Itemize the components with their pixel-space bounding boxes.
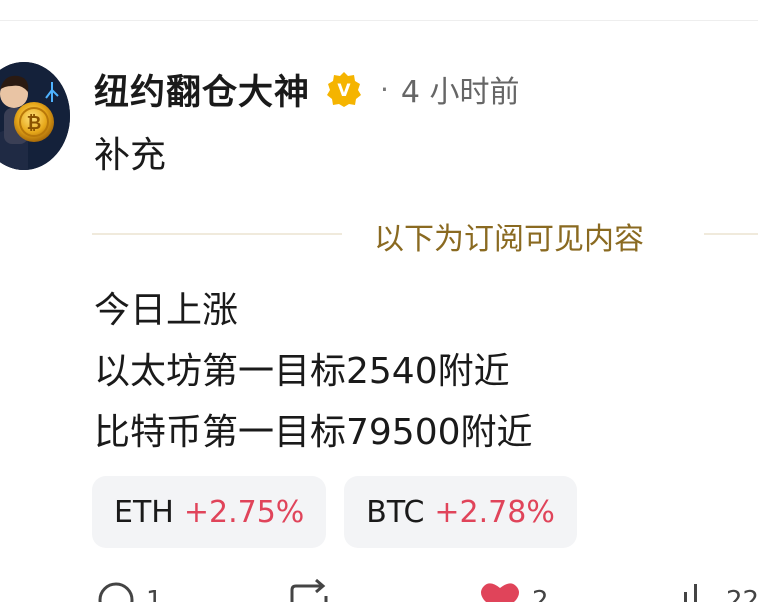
verified-badge-letter: V xyxy=(337,81,351,101)
subscriber-divider-right xyxy=(704,233,758,235)
body-line: 以太坊第一目标2540附近 xyxy=(94,351,510,392)
post-time: 4 小时前 xyxy=(400,75,520,110)
avatar-illustration: ₿ xyxy=(0,62,70,170)
ticker-change: +2.75% xyxy=(183,494,305,530)
subscriber-divider-left xyxy=(92,233,342,235)
heart-icon xyxy=(481,583,519,602)
comment-icon xyxy=(98,582,134,602)
verified-badge-icon: V xyxy=(326,71,362,107)
post-title: 补充 xyxy=(94,135,167,176)
comment-button[interactable]: 1 xyxy=(96,578,163,602)
ticker-change: +2.78% xyxy=(434,494,555,530)
views-count: 22 xyxy=(726,586,758,602)
action-bar: 1 2 22 xyxy=(0,578,758,602)
like-count: 2 xyxy=(532,586,549,602)
views-indicator[interactable]: 22 xyxy=(680,578,758,602)
top-divider xyxy=(0,20,758,21)
like-button[interactable]: 2 xyxy=(478,578,549,602)
repost-button[interactable] xyxy=(288,578,330,602)
post-body: 今日上涨 以太坊第一目标2540附近 比特币第一目标79500附近 xyxy=(94,280,533,463)
repost-icon xyxy=(290,578,328,602)
ticker-chip-eth[interactable]: ETH +2.75% xyxy=(92,476,327,548)
bar-chart-icon xyxy=(684,584,697,602)
body-line: 今日上涨 xyxy=(94,290,239,331)
post-view: ₿ 纽约翻仓大神 V · 4 小时前 补充 以下为订阅可见内容 今日上涨 以太坊… xyxy=(0,0,758,602)
comment-count: 1 xyxy=(146,586,163,602)
body-line: 比特币第一目标79500附近 xyxy=(94,412,533,453)
svg-text:₿: ₿ xyxy=(27,113,42,134)
ticker-symbol: BTC xyxy=(366,494,425,530)
post-header: 纽约翻仓大神 V · 4 小时前 xyxy=(94,62,520,116)
ticker-list: ETH +2.75% BTC +2.78% xyxy=(92,476,577,548)
subscriber-notice: 以下为订阅可见内容 xyxy=(374,222,644,257)
ticker-chip-btc[interactable]: BTC +2.78% xyxy=(344,476,577,548)
meta-separator: · xyxy=(380,72,389,106)
ticker-symbol: ETH xyxy=(114,494,174,530)
author-name[interactable]: 纽约翻仓大神 xyxy=(94,64,310,115)
author-avatar[interactable]: ₿ xyxy=(0,62,70,170)
